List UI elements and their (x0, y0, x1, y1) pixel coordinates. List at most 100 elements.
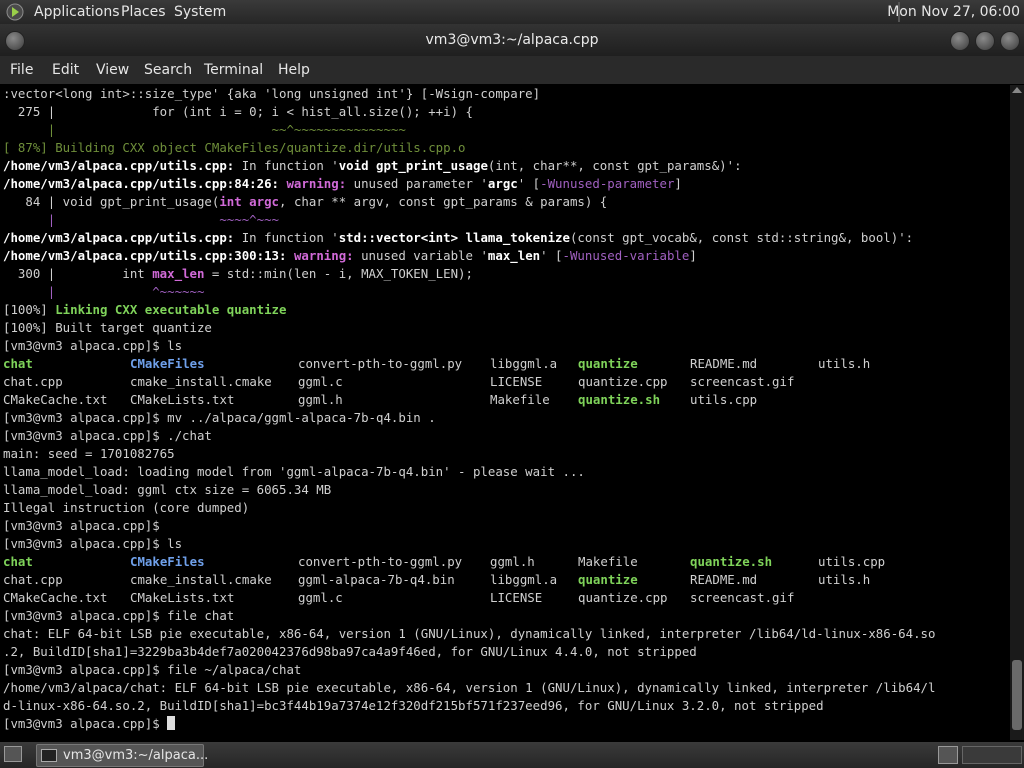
minimize-button[interactable] (950, 31, 970, 51)
text: (int, char**, const gpt_params&)': (487, 158, 742, 173)
ls-file-entry: Makefile (578, 554, 638, 569)
menu-places[interactable]: Places (121, 4, 166, 20)
text: 84 | void gpt_print_usage( (3, 194, 220, 209)
text: ' [ (517, 176, 541, 191)
terminal-scrollbar[interactable] (1010, 85, 1024, 740)
text-cursor (167, 716, 176, 730)
text: In function ' (234, 230, 339, 245)
ls-file-entry: quantize.sh (578, 392, 661, 407)
ls-file-entry: libggml.a (490, 572, 558, 587)
maximize-button[interactable] (975, 31, 995, 51)
ls-file-entry: quantize.sh (690, 554, 773, 569)
file-path: /home/vm3/alpaca.cpp/utils.cpp:300:13: (3, 248, 287, 263)
ls-file-entry: convert-pth-to-ggml.py (298, 554, 463, 569)
terminal-line: llama_model_load: loading model from 'gg… (3, 464, 585, 479)
scrollbar-thumb[interactable] (1012, 660, 1022, 730)
terminal-line: | ^~~~~~~ (3, 284, 205, 299)
workspace-area[interactable] (962, 746, 1022, 764)
function-name: void gpt_print_usage (338, 158, 488, 173)
text: In function ' (234, 158, 339, 173)
ls-file-entry: cmake_install.cmake (130, 572, 272, 587)
identifier: max_len (487, 248, 541, 263)
ls-file-entry: chat.cpp (3, 572, 63, 587)
terminal-line: d-linux-x86-64.so.2, BuildID[sha1]=bc3f4… (3, 698, 824, 713)
menu-applications[interactable]: Applications (34, 4, 120, 20)
ls-file-entry: quantize (578, 572, 638, 587)
text: unused variable ' (353, 248, 488, 263)
text: (const gpt_vocab&, const std::string&, b… (569, 230, 914, 245)
terminal-line: [vm3@vm3 alpaca.cpp]$ file chat (3, 608, 235, 623)
terminal-line: /home/vm3/alpaca.cpp/utils.cpp:300:13: w… (3, 247, 697, 265)
workspace-switcher-icon[interactable] (938, 746, 958, 764)
text: unused parameter ' (346, 176, 488, 191)
ls-file-entry: CMakeCache.txt (3, 590, 108, 605)
terminal-line: | ~~^~~~~~~~~~~~~~~~ (3, 122, 406, 137)
terminal-line: [vm3@vm3 alpaca.cpp]$ ls (3, 338, 183, 353)
function-name: std::vector<int> llama_tokenize (338, 230, 570, 245)
link-status: Linking CXX executable quantize (55, 302, 287, 317)
ls-file-entry: CMakeCache.txt (3, 392, 108, 407)
ls-file-entry: chat.cpp (3, 374, 63, 389)
terminal-output[interactable]: :vector<long int>::size_type' {aka 'long… (0, 85, 1010, 740)
text: ' [ (540, 248, 563, 263)
clock[interactable]: Mon Nov 27, 06:00 (887, 4, 1020, 20)
ls-file-entry: quantize (578, 356, 638, 371)
ls-file-entry: chat (3, 554, 33, 569)
ls-file-entry: CMakeFiles (130, 554, 205, 569)
window-titlebar[interactable]: vm3@vm3:~/alpaca.cpp (0, 24, 1024, 56)
terminal-line: [vm3@vm3 alpaca.cpp]$ ./chat (3, 428, 212, 443)
show-desktop-icon[interactable] (4, 746, 22, 762)
ls-file-entry: utils.cpp (690, 392, 758, 407)
ls-file-entry: CMakeFiles (130, 356, 205, 371)
scroll-up-icon[interactable] (1012, 87, 1022, 93)
terminal-line: [vm3@vm3 alpaca.cpp]$ file ~/alpaca/chat (3, 662, 302, 677)
menu-view[interactable]: View (96, 62, 129, 78)
ls-file-entry: utils.h (818, 356, 871, 371)
ls-file-entry: ggml.c (298, 590, 343, 605)
menu-system[interactable]: System (174, 4, 226, 20)
ls-file-entry: ggml.c (298, 374, 343, 389)
terminal-line: chat: ELF 64-bit LSB pie executable, x86… (3, 626, 936, 641)
distro-logo-icon[interactable] (6, 3, 24, 21)
identifier: argc (487, 176, 518, 191)
warning-label: warning: (286, 248, 354, 263)
menu-search[interactable]: Search (144, 62, 192, 78)
ls-file-entry: utils.h (818, 572, 871, 587)
text: ] (674, 176, 682, 191)
ls-file-entry: README.md (690, 572, 758, 587)
text: [100%] (3, 302, 56, 317)
ls-file-entry: screencast.gif (690, 374, 795, 389)
ls-file-entry: ggml.h (298, 392, 343, 407)
terminal-line: .2, BuildID[sha1]=3229ba3b4def7a02004237… (3, 644, 697, 659)
top-panel: Applications Places System Mon Nov 27, 0… (0, 0, 1024, 24)
warning-flag: -Wunused-parameter (540, 176, 675, 191)
prompt-text: [vm3@vm3 alpaca.cpp]$ (3, 716, 168, 731)
terminal-line: :vector<long int>::size_type' {aka 'long… (3, 86, 541, 101)
ls-file-entry: utils.cpp (818, 554, 886, 569)
ls-file-entry: screencast.gif (690, 590, 795, 605)
terminal-line: 84 | void gpt_print_usage(int argc, char… (3, 193, 607, 211)
menu-help[interactable]: Help (278, 62, 310, 78)
terminal-line: [vm3@vm3 alpaca.cpp]$ mv ../alpaca/ggml-… (3, 410, 436, 425)
ls-file-entry: README.md (690, 356, 758, 371)
ls-file-entry: cmake_install.cmake (130, 374, 272, 389)
terminal-prompt[interactable]: [vm3@vm3 alpaca.cpp]$ (3, 715, 176, 733)
ls-file-entry: chat (3, 356, 33, 371)
ls-file-entry: convert-pth-to-ggml.py (298, 356, 463, 371)
close-button[interactable] (1000, 31, 1020, 51)
taskbar-window-button[interactable]: vm3@vm3:~/alpaca... (36, 744, 208, 767)
menu-edit[interactable]: Edit (52, 62, 79, 78)
terminal-line: 300 | int max_len = std::min(len - i, MA… (3, 265, 473, 283)
ls-file-entry: ggml-alpaca-7b-q4.bin (298, 572, 455, 587)
text: 300 | int (3, 266, 153, 281)
ls-file-entry: Makefile (490, 392, 550, 407)
menu-terminal[interactable]: Terminal (204, 62, 263, 78)
terminal-line: /home/vm3/alpaca.cpp/utils.cpp: In funct… (3, 157, 742, 175)
file-path: /home/vm3/alpaca.cpp/utils.cpp:84:26: (3, 176, 280, 191)
menu-file[interactable]: File (10, 62, 33, 78)
ls-file-entry: ggml.h (490, 554, 535, 569)
ls-file-entry: LICENSE (490, 590, 543, 605)
ls-file-entry: CMakeLists.txt (130, 392, 235, 407)
terminal-line: main: seed = 1701082765 (3, 446, 175, 461)
file-path: /home/vm3/alpaca.cpp/utils.cpp: (3, 230, 235, 245)
